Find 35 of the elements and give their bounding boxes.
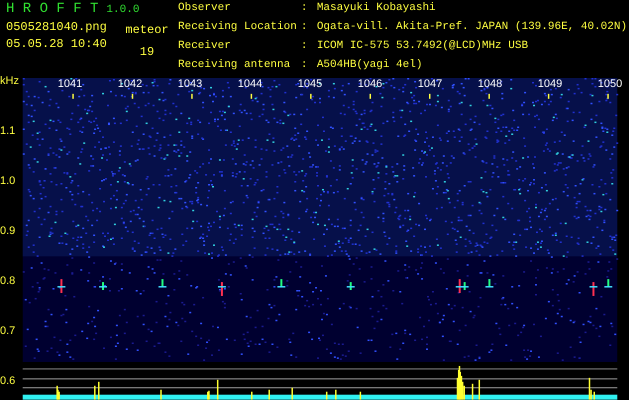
- file-name: 0505281040.png: [6, 21, 108, 34]
- axis-label: 1.0: [0, 175, 16, 187]
- info-separator: :: [300, 2, 308, 16]
- app-name: H R O F F T: [6, 2, 98, 17]
- axis-label: 0.9: [0, 225, 16, 237]
- info-label: Receiver: [178, 40, 232, 54]
- axis-label: 1.1: [0, 125, 16, 137]
- info-label: Receiving antenna: [178, 59, 292, 73]
- time-label: 1046: [358, 78, 382, 91]
- time-label: 1049: [538, 78, 562, 91]
- time-label: 1045: [298, 78, 322, 91]
- time-label: 1042: [118, 78, 142, 91]
- info-label: Observer: [178, 2, 232, 16]
- info-separator: :: [300, 40, 308, 54]
- axis-unit: kHz: [0, 75, 19, 87]
- info-separator: :: [300, 21, 308, 35]
- time-label: 1043: [178, 78, 202, 91]
- info-value: Masayuki Kobayashi: [316, 2, 437, 16]
- time-label: 1048: [478, 78, 502, 91]
- info-label: Receiving Location: [178, 21, 297, 35]
- count-value: 19: [140, 46, 154, 59]
- count-label: meteor: [125, 24, 169, 37]
- info-value: ICOM IC-575 53.7492(@LCD)MHz USB: [316, 40, 530, 54]
- axis-label: 0.6: [0, 375, 16, 387]
- time-label: 1050: [598, 78, 622, 91]
- info-value: Ogata-vill. Akita-Pref. JAPAN (139.96E, 40.02N): [316, 21, 628, 35]
- axis-label: 0.8: [0, 275, 16, 287]
- time-label: 1047: [418, 78, 442, 91]
- app-version: 1.0.0: [106, 4, 140, 16]
- date-time: 05.05.28 10:40: [6, 38, 108, 51]
- info-separator: :: [300, 59, 308, 73]
- info-value: A504HB(yagi 4el): [316, 59, 424, 73]
- time-label: 1041: [58, 78, 82, 91]
- axis-label: 0.7: [0, 325, 16, 337]
- time-label: 1044: [238, 78, 262, 91]
